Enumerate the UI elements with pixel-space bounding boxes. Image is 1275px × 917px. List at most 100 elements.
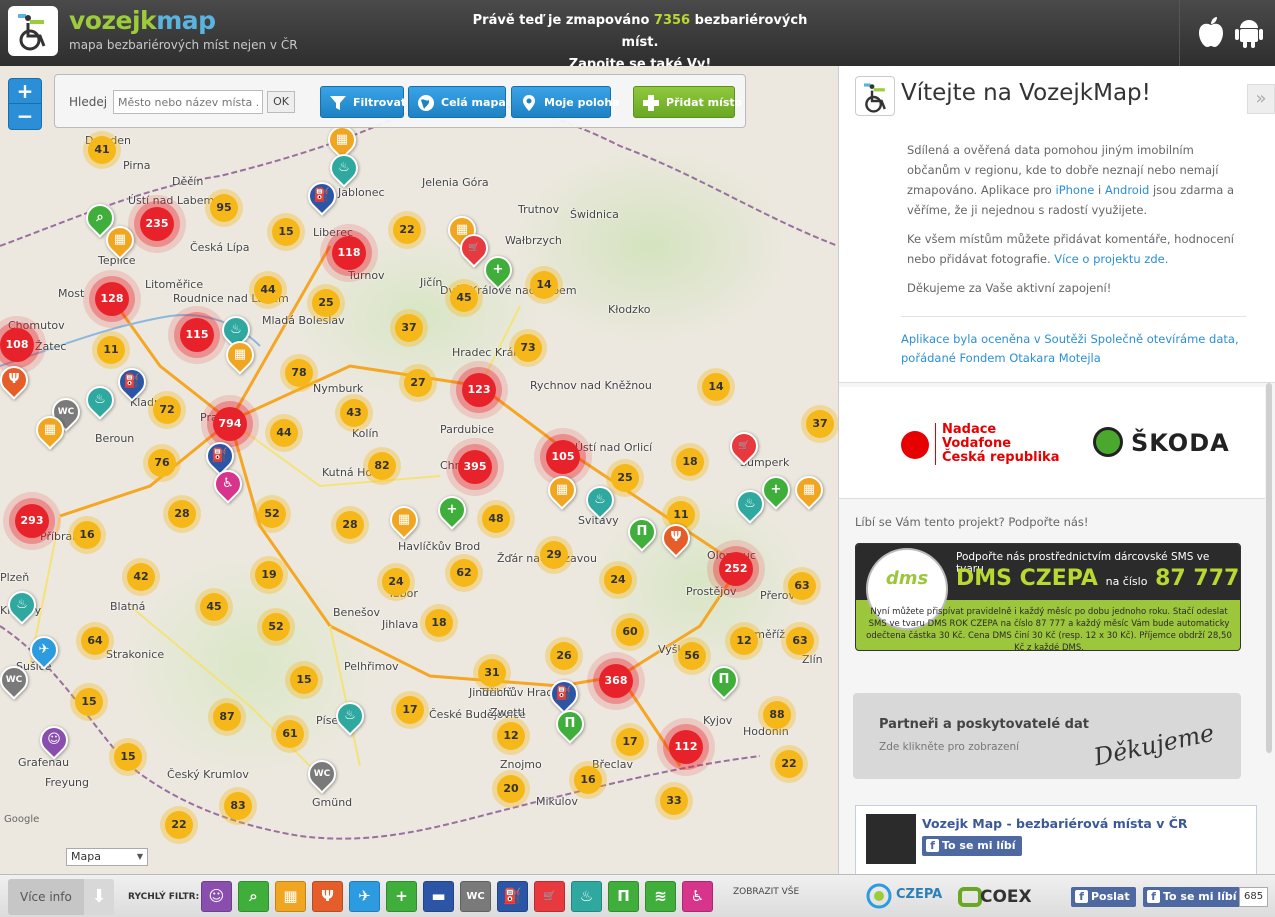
place-cluster[interactable]: 15 xyxy=(75,688,103,716)
large-place-cluster[interactable]: 105 xyxy=(546,440,580,474)
search-ok-button[interactable]: OK xyxy=(267,91,295,113)
filter-health-button[interactable]: + xyxy=(386,881,417,912)
filter-wheelchair-button[interactable]: ♿ xyxy=(682,881,713,912)
large-place-cluster[interactable]: 128 xyxy=(95,282,129,316)
zoom-out-button[interactable]: − xyxy=(9,104,41,129)
place-cluster[interactable]: 62 xyxy=(450,559,478,587)
large-place-cluster[interactable]: 115 xyxy=(180,318,214,352)
place-cluster[interactable]: 15 xyxy=(290,666,318,694)
place-cluster[interactable]: 19 xyxy=(255,561,283,589)
place-cluster[interactable]: 25 xyxy=(312,289,340,317)
more-info-button[interactable]: Více info ⬇ xyxy=(8,879,114,915)
place-cluster[interactable]: 42 xyxy=(127,563,155,591)
place-cluster[interactable]: 15 xyxy=(114,743,142,771)
apple-icon[interactable] xyxy=(1196,16,1226,48)
my-position-button[interactable]: Moje poloha xyxy=(511,86,620,118)
place-cluster[interactable]: 27 xyxy=(404,369,432,397)
fb-like-footer-button[interactable]: f To se mi líbí xyxy=(1143,887,1243,907)
place-cluster[interactable]: 78 xyxy=(285,359,313,387)
place-cluster[interactable]: 95 xyxy=(210,194,238,222)
fb-send-button[interactable]: f Poslat xyxy=(1071,887,1136,907)
place-cluster[interactable]: 31 xyxy=(478,659,506,687)
place-cluster[interactable]: 15 xyxy=(272,218,300,246)
place-cluster[interactable]: 45 xyxy=(450,284,478,312)
place-cluster[interactable]: 11 xyxy=(97,336,125,364)
place-cluster[interactable]: 24 xyxy=(382,568,410,596)
map-canvas[interactable]: DresdenPirnaDěčínÚstí nad LabemTepliceMo… xyxy=(0,66,838,874)
fb-page-thumbnail[interactable] xyxy=(866,814,916,864)
place-cluster[interactable]: 22 xyxy=(393,216,421,244)
place-cluster[interactable]: 17 xyxy=(616,728,644,756)
filter-button[interactable]: Filtrovat xyxy=(320,86,406,118)
place-cluster[interactable]: 88 xyxy=(763,701,791,729)
place-cluster[interactable]: 63 xyxy=(786,627,814,655)
filter-shop-button[interactable]: 🛒 xyxy=(534,881,565,912)
place-cluster[interactable]: 48 xyxy=(482,505,510,533)
large-place-cluster[interactable]: 368 xyxy=(599,664,633,698)
place-cluster[interactable]: 43 xyxy=(340,399,368,427)
filter-restaurant-button[interactable]: Ψ xyxy=(312,881,343,912)
large-place-cluster[interactable]: 293 xyxy=(15,504,49,538)
filter-culture-button[interactable]: ☺ xyxy=(201,881,232,912)
place-cluster[interactable]: 26 xyxy=(550,642,578,670)
filter-wc-button[interactable]: WC xyxy=(460,881,491,912)
filter-travel-button[interactable]: ✈ xyxy=(349,881,380,912)
place-cluster[interactable]: 44 xyxy=(254,276,282,304)
filter-search-button[interactable]: ⌕ xyxy=(238,881,269,912)
place-cluster[interactable]: 63 xyxy=(788,572,816,600)
place-cluster[interactable]: 52 xyxy=(262,613,290,641)
place-cluster[interactable]: 76 xyxy=(148,449,176,477)
fb-like-button[interactable]: f To se mi líbí xyxy=(922,836,1022,856)
android-icon[interactable] xyxy=(1234,16,1264,48)
place-cluster[interactable]: 37 xyxy=(806,410,834,438)
place-cluster[interactable]: 12 xyxy=(497,722,525,750)
place-cluster[interactable]: 18 xyxy=(425,609,453,637)
place-cluster[interactable]: 29 xyxy=(540,541,568,569)
filter-accommodation-button[interactable]: ▦ xyxy=(275,881,306,912)
place-cluster[interactable]: 52 xyxy=(258,500,286,528)
place-cluster[interactable]: 20 xyxy=(497,775,525,803)
place-cluster[interactable]: 72 xyxy=(153,396,181,424)
place-cluster[interactable]: 64 xyxy=(81,627,109,655)
partners-button[interactable]: Partneři a poskytovatelé dat Zde kliknět… xyxy=(853,693,1241,779)
place-cluster[interactable]: 41 xyxy=(88,136,116,164)
vozejkmap-logo[interactable] xyxy=(8,6,58,56)
filter-transport-button[interactable]: ▬ xyxy=(423,881,454,912)
place-cluster[interactable]: 22 xyxy=(775,750,803,778)
place-cluster[interactable]: 56 xyxy=(678,642,706,670)
place-cluster[interactable]: 87 xyxy=(213,703,241,731)
place-cluster[interactable]: 24 xyxy=(604,566,632,594)
place-cluster[interactable]: 37 xyxy=(395,314,423,342)
place-cluster[interactable]: 16 xyxy=(73,521,101,549)
large-place-cluster[interactable]: 794 xyxy=(213,407,247,441)
place-cluster[interactable]: 83 xyxy=(224,792,252,820)
place-cluster[interactable]: 18 xyxy=(676,448,704,476)
place-cluster[interactable]: 14 xyxy=(702,373,730,401)
place-cluster[interactable]: 60 xyxy=(616,618,644,646)
large-place-cluster[interactable]: 235 xyxy=(140,207,174,241)
large-place-cluster[interactable]: 112 xyxy=(669,730,703,764)
place-cluster[interactable]: 33 xyxy=(660,787,688,815)
fb-page-name[interactable]: Vozejk Map - bezbariérová místa v ČR xyxy=(922,816,1188,831)
place-cluster[interactable]: 44 xyxy=(270,419,298,447)
add-place-button[interactable]: Přidat místo xyxy=(633,86,742,118)
place-cluster[interactable]: 45 xyxy=(200,593,228,621)
filter-spa-button[interactable]: ♨ xyxy=(571,881,602,912)
place-cluster[interactable]: 25 xyxy=(611,464,639,492)
android-link[interactable]: Android xyxy=(1105,183,1149,197)
place-cluster[interactable]: 22 xyxy=(165,811,193,839)
place-cluster[interactable]: 82 xyxy=(368,452,396,480)
place-cluster[interactable]: 16 xyxy=(574,766,602,794)
award-link[interactable]: Aplikace byla oceněna v Soutěži Společně… xyxy=(901,330,1241,368)
zoom-in-button[interactable]: + xyxy=(9,79,41,104)
coex-logo[interactable]: COEX xyxy=(958,883,1038,911)
filter-fuel-button[interactable]: ⛽ xyxy=(497,881,528,912)
large-place-cluster[interactable]: 395 xyxy=(458,450,492,484)
place-cluster[interactable]: 17 xyxy=(396,696,424,724)
collapse-sidebar-icon[interactable]: » xyxy=(1247,84,1275,114)
map-type-select[interactable]: Mapa ▼ xyxy=(66,848,148,866)
place-cluster[interactable]: 28 xyxy=(168,500,196,528)
place-cluster[interactable]: 73 xyxy=(514,334,542,362)
czepa-logo[interactable]: CZEPA xyxy=(866,881,942,911)
large-place-cluster[interactable]: 252 xyxy=(719,552,753,586)
